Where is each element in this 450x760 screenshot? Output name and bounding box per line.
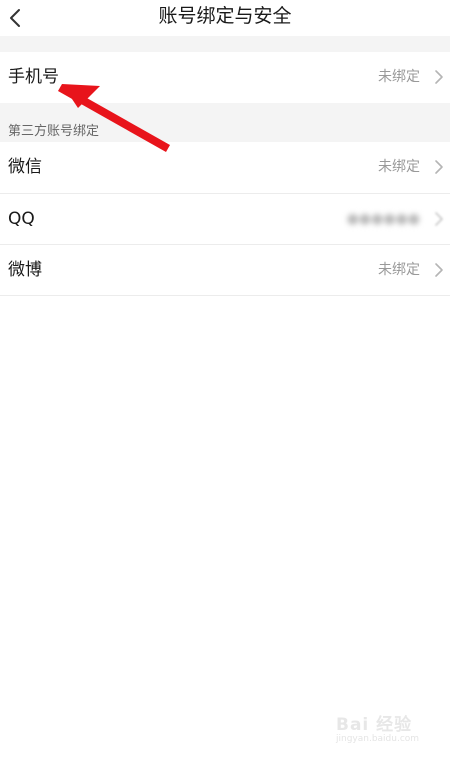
watermark-url: jingyan.baidu.com <box>336 734 420 744</box>
weibo-label: 微博 <box>8 260 42 280</box>
wechat-row[interactable]: 微信 未绑定 <box>0 142 450 192</box>
nav-bar: 账号绑定与安全 <box>0 0 450 36</box>
qq-label: QQ <box>8 209 35 229</box>
phone-status: 未绑定 <box>378 69 420 85</box>
weibo-status: 未绑定 <box>378 262 420 278</box>
watermark-text: Bai 经验 <box>336 715 413 735</box>
page-title: 账号绑定与安全 <box>158 5 292 27</box>
chevron-right-icon <box>435 212 443 226</box>
top-spacer <box>0 36 450 52</box>
back-button[interactable] <box>0 0 30 36</box>
wechat-status: 未绑定 <box>378 159 420 175</box>
weibo-row[interactable]: 微博 未绑定 <box>0 245 450 295</box>
section-title: 第三方账号绑定 <box>8 124 100 139</box>
chevron-right-icon <box>435 160 443 174</box>
phone-label: 手机号 <box>8 67 59 87</box>
wechat-label: 微信 <box>8 157 42 177</box>
qq-status: ●●●●●● <box>346 211 420 227</box>
chevron-left-icon <box>10 9 20 27</box>
phone-row[interactable]: 手机号 未绑定 <box>0 52 450 102</box>
chevron-right-icon <box>435 263 443 277</box>
qq-row[interactable]: QQ ●●●●●● <box>0 194 450 244</box>
chevron-right-icon <box>435 70 443 84</box>
row-divider <box>0 295 450 296</box>
watermark-logo: Bai 经验 jingyan.baidu.com <box>336 706 428 748</box>
third-party-section-header: 第三方账号绑定 <box>0 103 450 142</box>
